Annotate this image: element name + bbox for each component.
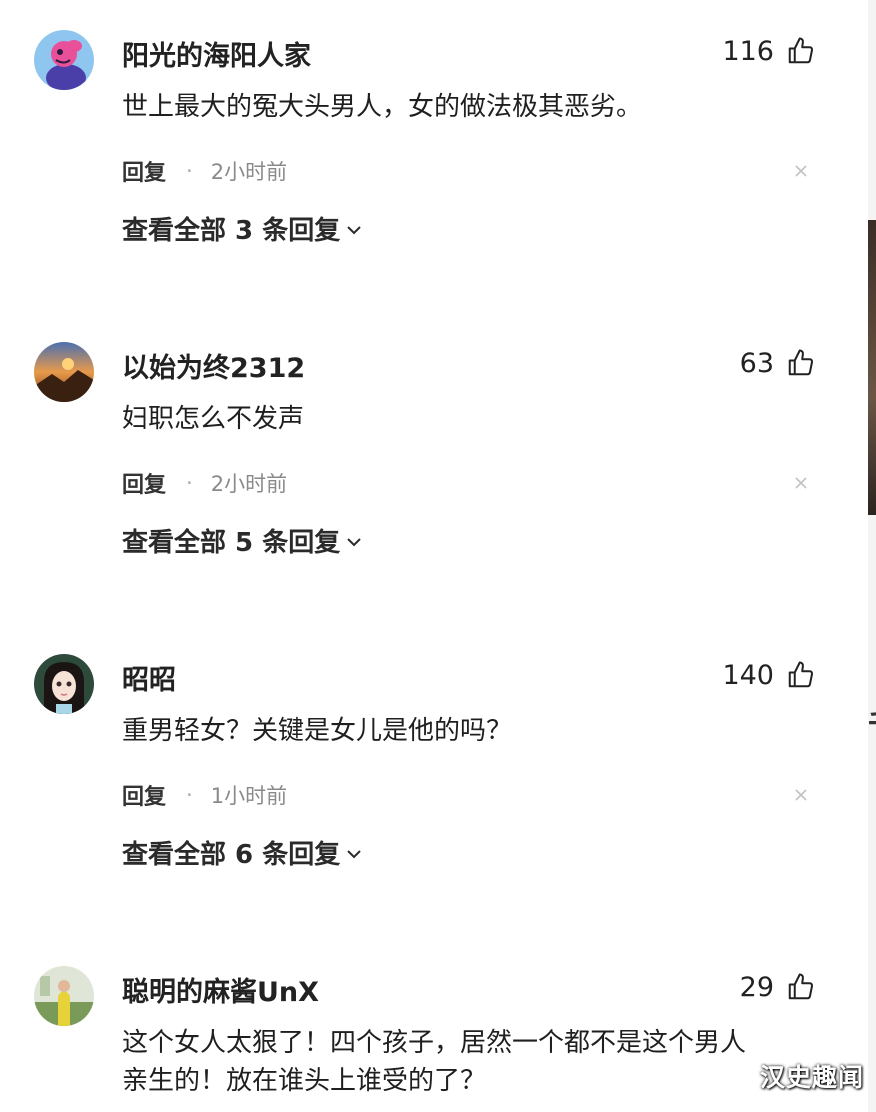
sunset-photo-avatar-icon[interactable] xyxy=(34,342,94,402)
comment-meta: 回复 · 2小时前 xyxy=(122,156,287,186)
view-replies-button[interactable]: 查看全部 5 条回复 xyxy=(122,520,364,560)
meta-separator: · xyxy=(186,783,193,807)
timestamp: 1小时前 xyxy=(210,784,288,808)
thumbs-up-icon xyxy=(788,37,814,64)
like-count: 140 xyxy=(722,659,774,691)
meta-separator: · xyxy=(186,159,193,183)
like-count: 116 xyxy=(722,35,774,67)
username[interactable]: 昭昭 xyxy=(122,658,176,697)
reply-button[interactable]: 回复 xyxy=(122,467,166,499)
like-button[interactable]: 29 xyxy=(740,970,816,1004)
username[interactable]: 以始为终2312 xyxy=(122,346,305,385)
edge-image-fragment xyxy=(868,220,876,515)
view-replies-label: 查看全部 6 条回复 xyxy=(122,839,341,870)
view-replies-button[interactable]: 查看全部 3 条回复 xyxy=(122,208,364,248)
reply-button[interactable]: 回复 xyxy=(122,155,166,187)
view-replies-label: 查看全部 3 条回复 xyxy=(122,215,341,246)
like-button[interactable]: 140 xyxy=(722,658,816,692)
thumbs-up-icon xyxy=(788,973,814,1000)
comment-meta: 回复 · 2小时前 xyxy=(122,468,287,498)
like-button[interactable]: 116 xyxy=(722,34,816,68)
reply-button[interactable]: 回复 xyxy=(122,779,166,811)
comment-text: 妇职怎么不发声 xyxy=(122,404,305,434)
timestamp: 2小时前 xyxy=(210,160,288,184)
page-edge: 千 xyxy=(868,0,876,1112)
chevron-down-icon xyxy=(347,538,361,547)
chevron-down-icon xyxy=(347,226,361,235)
comment-text-line: 亲生的！放在谁头上谁受的了？ xyxy=(122,1066,487,1096)
comment-text-line: 这个女人太狠了！四个孩子，居然一个都不是这个男人 xyxy=(122,1028,747,1058)
watermark: 汉史趣闻 xyxy=(759,1063,864,1092)
close-icon[interactable] xyxy=(792,474,810,492)
view-replies-button[interactable]: 查看全部 6 条回复 xyxy=(122,832,364,872)
anime-girl-avatar-icon[interactable] xyxy=(34,654,94,714)
like-count: 63 xyxy=(739,347,774,379)
meta-separator: · xyxy=(186,471,193,495)
comment-text: 这个女人太狠了！四个孩子，居然一个都不是这个男人 亲生的！放在谁头上谁受的了？ xyxy=(122,1024,822,1100)
comment-meta: 回复 · 1小时前 xyxy=(122,780,287,810)
username[interactable]: 阳光的海阳人家 xyxy=(122,34,311,73)
username[interactable]: 聪明的麻酱UnX xyxy=(122,970,319,1009)
comment-text: 重男轻女？关键是女儿是他的吗？ xyxy=(122,716,513,746)
timestamp: 2小时前 xyxy=(210,472,288,496)
thumbs-up-icon xyxy=(788,661,814,688)
thumbs-up-icon xyxy=(788,349,814,376)
close-icon[interactable] xyxy=(792,162,810,180)
comment-text: 世上最大的冤大头男人，女的做法极其恶劣。 xyxy=(122,92,643,122)
pink-cartoon-avatar-icon[interactable] xyxy=(34,30,94,90)
like-button[interactable]: 63 xyxy=(740,346,816,380)
like-count: 29 xyxy=(739,971,774,1003)
close-icon[interactable] xyxy=(792,786,810,804)
outdoor-person-avatar-icon[interactable] xyxy=(34,966,94,1026)
view-replies-label: 查看全部 5 条回复 xyxy=(122,527,341,558)
edge-text-fragment: 千 xyxy=(868,700,876,744)
chevron-down-icon xyxy=(347,850,361,859)
